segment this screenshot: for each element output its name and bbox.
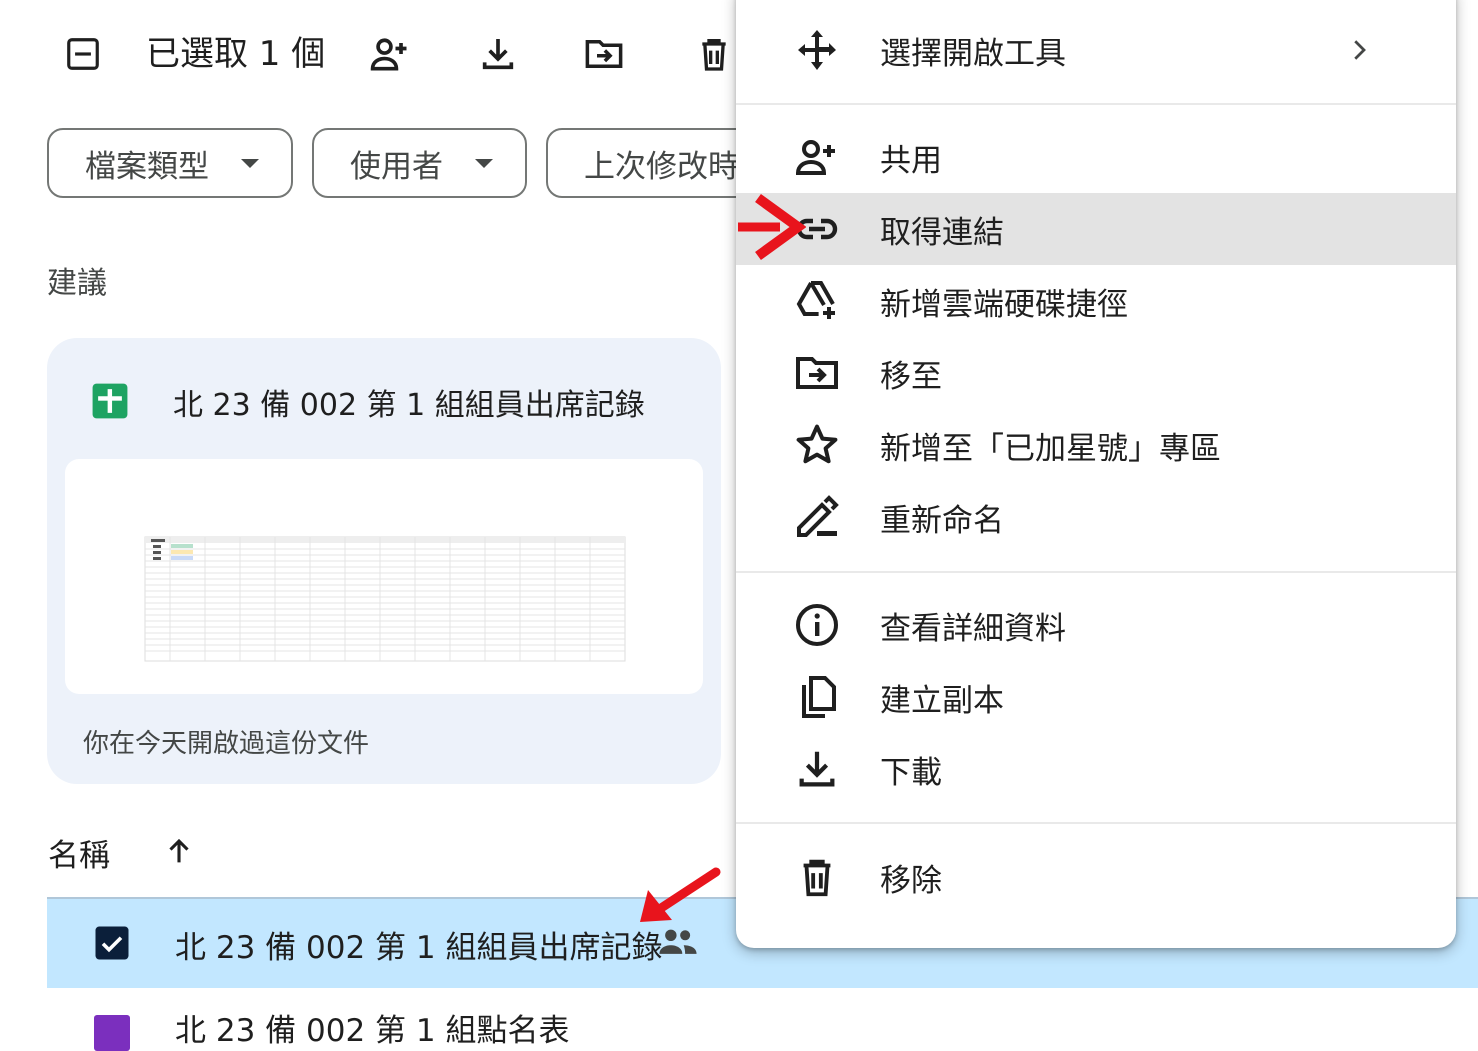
menu-item-add-shortcut[interactable]: 新增雲端硬碟捷徑 — [736, 265, 1456, 337]
filter-chip-label: 使用者 — [350, 148, 443, 185]
suggestion-card-reason: 你在今天開啟過這份文件 — [83, 729, 370, 759]
menu-item-share[interactable]: 共用 — [736, 121, 1456, 193]
file-thumbnail — [65, 459, 703, 694]
person-add-icon — [790, 130, 844, 184]
menu-item-label: 新增至「已加星號」專區 — [880, 430, 1221, 467]
copy-icon — [790, 670, 844, 724]
menu-item-move[interactable]: 移至 — [736, 337, 1456, 409]
dropdown-arrow-icon — [241, 158, 259, 168]
open-with-icon — [790, 23, 844, 77]
menu-divider — [736, 103, 1456, 105]
suggestions-heading: 建議 — [47, 266, 107, 301]
form-file-icon — [94, 1015, 130, 1051]
annotation-arrow-icon — [736, 192, 807, 262]
menu-item-copy[interactable]: 建立副本 — [736, 661, 1456, 733]
menu-item-label: 移至 — [880, 358, 942, 395]
file-name[interactable]: 北 23 備 002 第 1 組組員出席記錄 — [175, 922, 662, 967]
move-folder-icon — [790, 346, 844, 400]
download-icon — [790, 742, 844, 796]
menu-item-label: 建立副本 — [880, 682, 1004, 719]
context-menu: 選擇開啟工具 共用 取得連結 新增雲端硬碟捷徑 移至 新增至「已加星號」專區 重… — [736, 0, 1456, 948]
selected-count: 已選取 1 個 — [146, 34, 326, 74]
menu-item-label: 取得連結 — [880, 214, 1004, 251]
move-folder-icon[interactable] — [580, 30, 628, 78]
menu-item-download[interactable]: 下載 — [736, 733, 1456, 805]
star-icon — [790, 418, 844, 472]
deselect-checkbox-icon[interactable] — [59, 30, 107, 78]
menu-item-open-with[interactable]: 選擇開啟工具 — [736, 14, 1456, 86]
share-person-add-icon[interactable] — [366, 30, 414, 78]
column-header-name[interactable]: 名稱 — [48, 830, 110, 875]
menu-item-label: 查看詳細資料 — [880, 610, 1066, 647]
trash-icon — [790, 850, 844, 904]
menu-divider — [736, 822, 1456, 824]
drive-shortcut-icon — [790, 274, 844, 328]
suggestion-card-title: 北 23 備 002 第 1 組組員出席記錄 — [173, 388, 645, 423]
dropdown-arrow-icon — [475, 158, 493, 168]
menu-item-get-link[interactable]: 取得連結 — [736, 193, 1456, 265]
menu-item-label: 移除 — [880, 862, 942, 899]
trash-icon[interactable] — [690, 30, 738, 78]
menu-item-label: 選擇開啟工具 — [880, 35, 1066, 72]
chevron-right-icon — [1344, 35, 1374, 65]
menu-item-details[interactable]: 查看詳細資料 — [736, 589, 1456, 661]
filter-chip-people[interactable]: 使用者 — [312, 128, 527, 198]
menu-item-remove[interactable]: 移除 — [736, 841, 1456, 913]
filter-chip-label: 上次修改時 — [584, 148, 739, 185]
suggestion-card[interactable]: 北 23 備 002 第 1 組組員出席記錄 你在今天開啟過這份文件 — [47, 338, 721, 784]
spreadsheet-preview — [144, 536, 626, 662]
menu-item-label: 共用 — [880, 142, 942, 179]
menu-item-star[interactable]: 新增至「已加星號」專區 — [736, 409, 1456, 481]
column-header-label: 名稱 — [48, 838, 110, 874]
row-checkbox[interactable] — [94, 925, 130, 961]
annotation-arrow-icon — [632, 862, 722, 932]
filter-chip-label: 檔案類型 — [85, 148, 209, 185]
menu-item-label: 新增雲端硬碟捷徑 — [880, 286, 1128, 323]
rename-pen-icon — [790, 490, 844, 544]
menu-item-label: 重新命名 — [880, 502, 1004, 539]
sheets-file-icon — [91, 382, 129, 420]
file-name[interactable]: 北 23 備 002 第 1 組點名表 — [175, 1005, 569, 1050]
info-icon — [790, 598, 844, 652]
download-icon[interactable] — [474, 30, 522, 78]
menu-divider — [736, 571, 1456, 573]
filter-chip-file-type[interactable]: 檔案類型 — [47, 128, 293, 198]
menu-item-label: 下載 — [880, 754, 942, 791]
arrow-up-icon[interactable] — [162, 834, 198, 870]
menu-item-rename[interactable]: 重新命名 — [736, 481, 1456, 553]
